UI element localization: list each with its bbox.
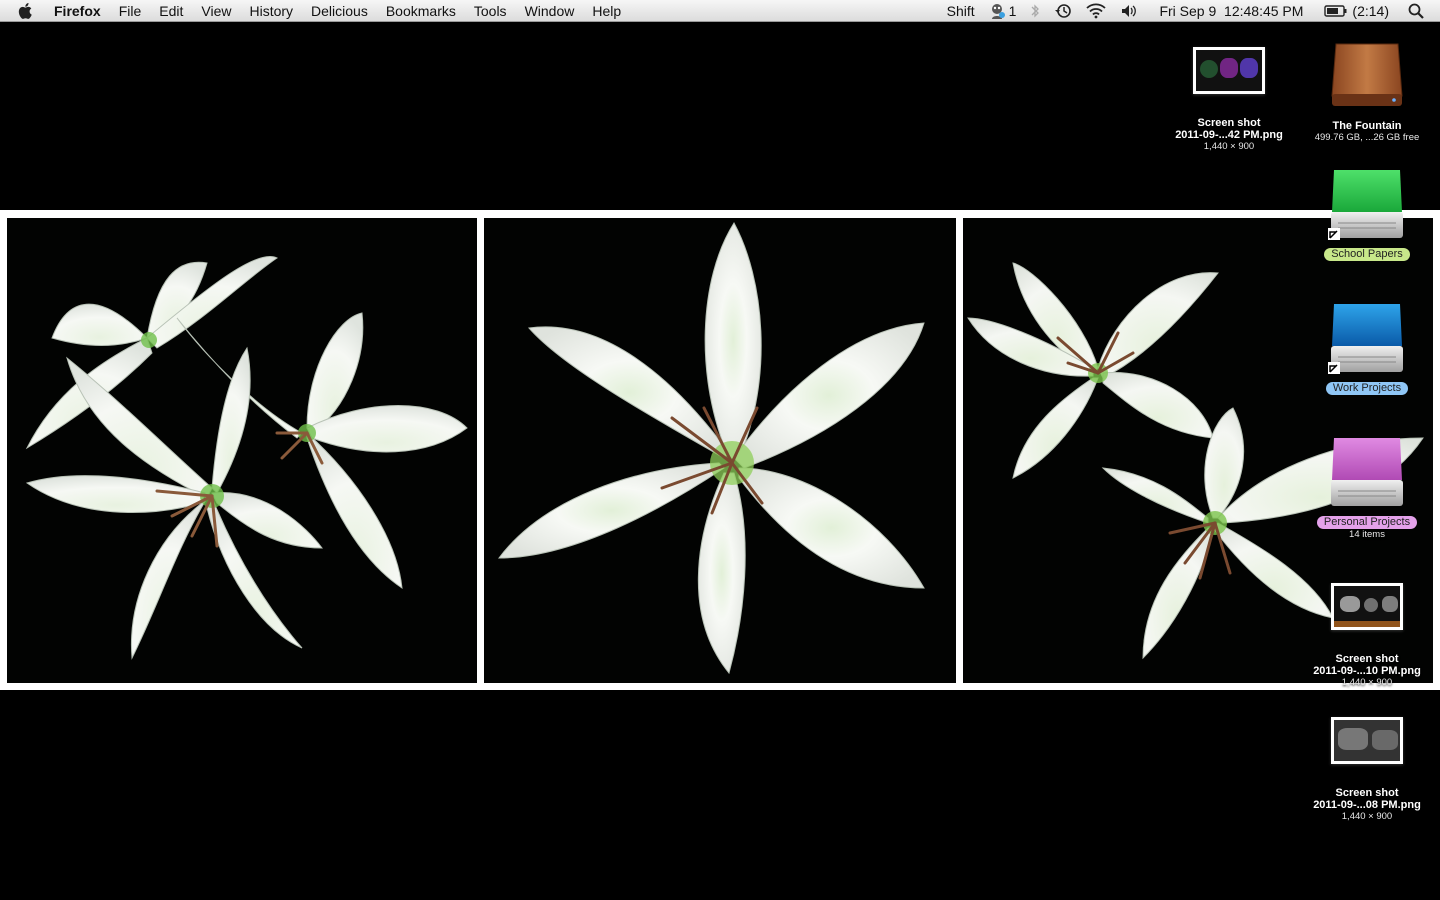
- user-menu[interactable]: 1: [982, 0, 1024, 22]
- menu-window[interactable]: Window: [516, 0, 584, 22]
- icon-name: Screen shot: [1197, 117, 1261, 129]
- menu-tools[interactable]: Tools: [465, 0, 516, 22]
- battery-icon: [1324, 4, 1348, 18]
- user-count: 1: [1008, 3, 1017, 19]
- icon-name-line2: 2011-09-...08 PM.png: [1313, 799, 1421, 811]
- screenshot-thumbnail-icon: [1331, 583, 1403, 630]
- icon-name: The Fountain: [1332, 120, 1402, 132]
- icon-name: Screen shot: [1335, 787, 1399, 799]
- icon-name: School Papers: [1302, 248, 1432, 261]
- icon-info: 1,440 × 900: [1203, 141, 1255, 152]
- menu-view[interactable]: View: [192, 0, 240, 22]
- screenshot-thumbnail-icon: [1193, 47, 1265, 94]
- battery-time: (2:14): [1352, 3, 1389, 19]
- icon-info: 14 items: [1349, 529, 1385, 540]
- menu-delicious[interactable]: Delicious: [302, 0, 377, 22]
- screenshot-thumbnail-icon: [1331, 717, 1403, 764]
- desktop-icon-school-papers[interactable]: School Papers: [1302, 168, 1432, 261]
- wallpaper-lily-center: [484, 218, 956, 683]
- shift-menu[interactable]: Shift: [940, 0, 982, 22]
- icon-name: Work Projects: [1302, 382, 1432, 395]
- finder-label-blue: Work Projects: [1325, 382, 1409, 395]
- icon-info: 1,440 × 900: [1341, 677, 1393, 688]
- icon-name: Screen shot: [1335, 653, 1399, 665]
- battery-menu[interactable]: (2:14): [1317, 0, 1396, 22]
- drive-alias-icon: [1328, 302, 1406, 374]
- desktop-icon-the-fountain[interactable]: The Fountain 499.76 GB, ...26 GB free: [1302, 40, 1432, 144]
- finder-label-purple: Personal Projects: [1316, 516, 1418, 529]
- apple-icon[interactable]: [18, 2, 36, 20]
- wallpaper-collage: [0, 210, 1440, 690]
- icon-name-line2: 2011-09-...10 PM.png: [1313, 665, 1421, 677]
- hard-drive-icon: [1328, 40, 1406, 110]
- status-area: Shift 1 Fri Sep 9 12:48:45 PM (2:14): [940, 0, 1440, 22]
- menu-bookmarks[interactable]: Bookmarks: [377, 0, 465, 22]
- desktop-icon-personal-projects[interactable]: Personal Projects 14 items: [1302, 436, 1432, 541]
- menu-bar: Firefox File Edit View History Delicious…: [0, 0, 1440, 22]
- wallpaper-lily-left: [7, 218, 477, 683]
- icon-info: 499.76 GB, ...26 GB free: [1314, 132, 1420, 143]
- bluetooth-icon[interactable]: [1023, 3, 1047, 19]
- clock[interactable]: Fri Sep 9 12:48:45 PM: [1145, 0, 1317, 22]
- desktop-icon-screenshot-3[interactable]: Screen shot 2011-09-...08 PM.png 1,440 ×…: [1302, 717, 1432, 823]
- menu-app-name[interactable]: Firefox: [54, 0, 110, 22]
- volume-icon[interactable]: [1113, 3, 1145, 19]
- user-icon: [989, 2, 1007, 20]
- spotlight-icon[interactable]: [1396, 3, 1440, 19]
- wifi-icon[interactable]: [1079, 3, 1113, 19]
- desktop-icon-screenshot-2[interactable]: Screen shot 2011-09-...10 PM.png 1,440 ×…: [1302, 583, 1432, 689]
- drive-alias-icon: [1328, 168, 1406, 240]
- icon-info: 1,440 × 900: [1341, 811, 1393, 822]
- time-machine-icon[interactable]: [1047, 3, 1079, 19]
- menu-history[interactable]: History: [240, 0, 302, 22]
- finder-label-green: School Papers: [1324, 248, 1410, 261]
- menu-help[interactable]: Help: [583, 0, 630, 22]
- icon-name: Personal Projects: [1302, 516, 1432, 529]
- menu-edit[interactable]: Edit: [150, 0, 192, 22]
- desktop-icon-work-projects[interactable]: Work Projects: [1302, 302, 1432, 395]
- hard-drive-icon: [1328, 436, 1406, 506]
- desktop-icon-screenshot-1[interactable]: Screen shot 2011-09-...42 PM.png 1,440 ×…: [1164, 47, 1294, 153]
- icon-name-line2: 2011-09-...42 PM.png: [1175, 129, 1283, 141]
- menu-file[interactable]: File: [110, 0, 151, 22]
